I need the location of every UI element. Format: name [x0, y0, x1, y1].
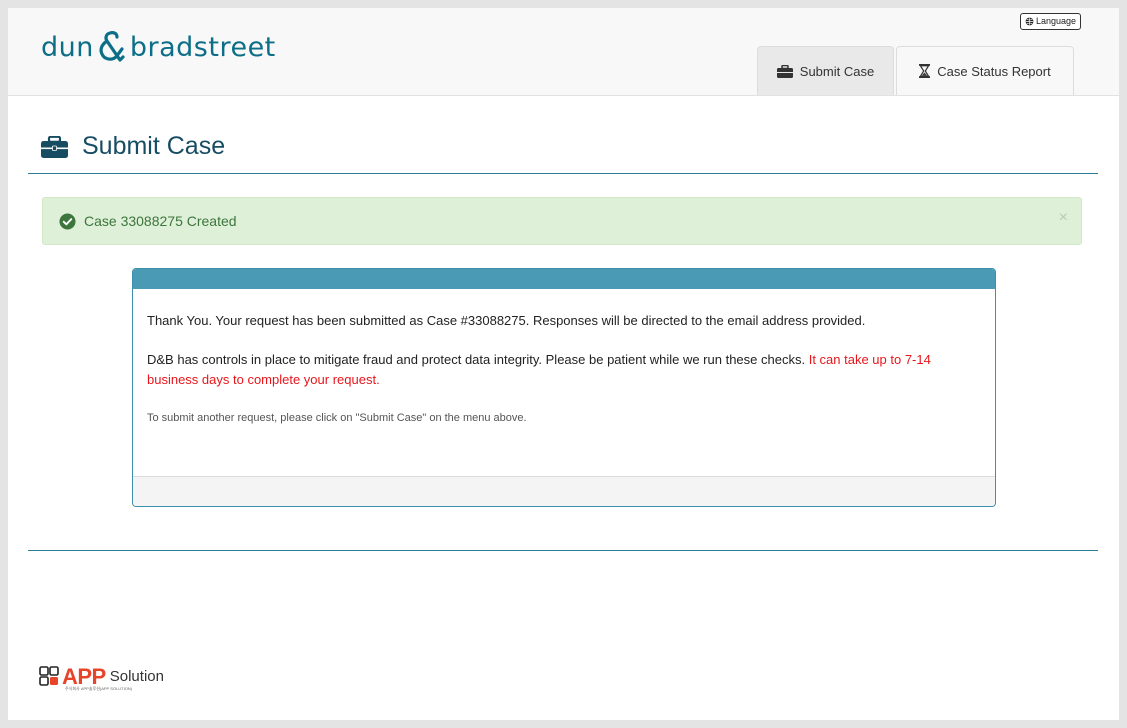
tab-submit-case[interactable]: Submit Case — [757, 46, 894, 95]
briefcase-icon — [776, 64, 793, 78]
panel-header — [133, 269, 995, 289]
panel-body: Thank You. Your request has been submitt… — [133, 289, 995, 428]
controls-text: D&B has controls in place to mitigate fr… — [147, 352, 806, 367]
instruction-text: To submit another request, please click … — [147, 412, 527, 424]
tab-label: Submit Case — [799, 63, 875, 79]
close-icon[interactable]: × — [1059, 209, 1068, 227]
brand-app-text: APP — [62, 664, 106, 689]
language-label: Language — [1036, 16, 1077, 26]
footer-divider — [28, 550, 1098, 551]
title-divider — [28, 173, 1098, 174]
panel-footer — [133, 476, 995, 506]
page-title-text: Submit Case — [82, 132, 226, 160]
tab-label: Case Status Report — [937, 63, 1051, 79]
briefcase-icon — [41, 135, 68, 158]
ampersand-icon — [99, 31, 125, 62]
confirmation-panel: Thank You. Your request has been submitt… — [132, 268, 996, 507]
app-window: dun bradstreet Language Submit Case Case… — [8, 8, 1119, 720]
tab-case-status-report[interactable]: Case Status Report — [896, 46, 1074, 95]
thank-you-text: Thank You. Your request has been submitt… — [147, 313, 866, 328]
brand-subtext: 주식회사 APP솔루션(APP SOLUTION) — [65, 686, 133, 691]
app-solution-mark-icon — [39, 666, 59, 686]
hourglass-icon — [919, 64, 931, 78]
page-title: Submit Case — [41, 132, 225, 161]
dnb-logo[interactable]: dun bradstreet — [41, 30, 276, 64]
alert-message: Case 33088275 Created — [84, 213, 237, 229]
logo-text-left: dun — [41, 31, 94, 63]
globe-icon — [1025, 17, 1034, 26]
controls-paragraph: D&B has controls in place to mitigate fr… — [147, 350, 981, 390]
brand-solution-text: Solution — [109, 668, 164, 685]
header: dun bradstreet Language Submit Case Case… — [8, 8, 1119, 96]
logo-text-right: bradstreet — [129, 31, 276, 63]
language-button[interactable]: Language — [1020, 13, 1082, 30]
check-circle-icon — [59, 212, 76, 230]
app-solution-logo: APP Solution 주식회사 APP솔루션(APP SOLUTION) — [39, 664, 164, 691]
success-alert: Case 33088275 Created × — [42, 197, 1082, 245]
